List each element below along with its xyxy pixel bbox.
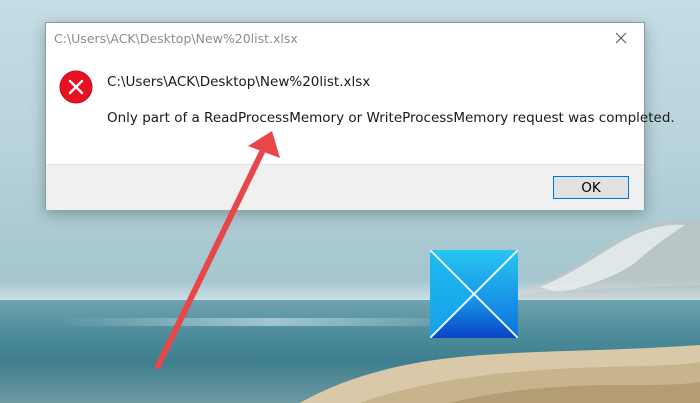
error-file-path: C:\Users\ACK\Desktop\New%20list.xlsx [107, 74, 371, 90]
grass-foreground [300, 345, 700, 403]
close-icon [615, 32, 627, 44]
dialog-button-bar: OK [46, 164, 644, 210]
error-dialog: C:\Users\ACK\Desktop\New%20list.xlsx C:\… [45, 22, 675, 210]
dialog-title: C:\Users\ACK\Desktop\New%20list.xlsx [54, 31, 298, 46]
lake-reflection [60, 318, 480, 326]
dialog-titlebar[interactable]: C:\Users\ACK\Desktop\New%20list.xlsx [46, 23, 644, 55]
dialog-content: C:\Users\ACK\Desktop\New%20list.xlsx Onl… [46, 55, 675, 164]
ok-button[interactable]: OK [553, 176, 629, 199]
error-icon [59, 70, 93, 104]
close-button[interactable] [598, 23, 644, 53]
windows-logo-icon [430, 250, 518, 338]
error-message: Only part of a ReadProcessMemory or Writ… [107, 110, 675, 126]
